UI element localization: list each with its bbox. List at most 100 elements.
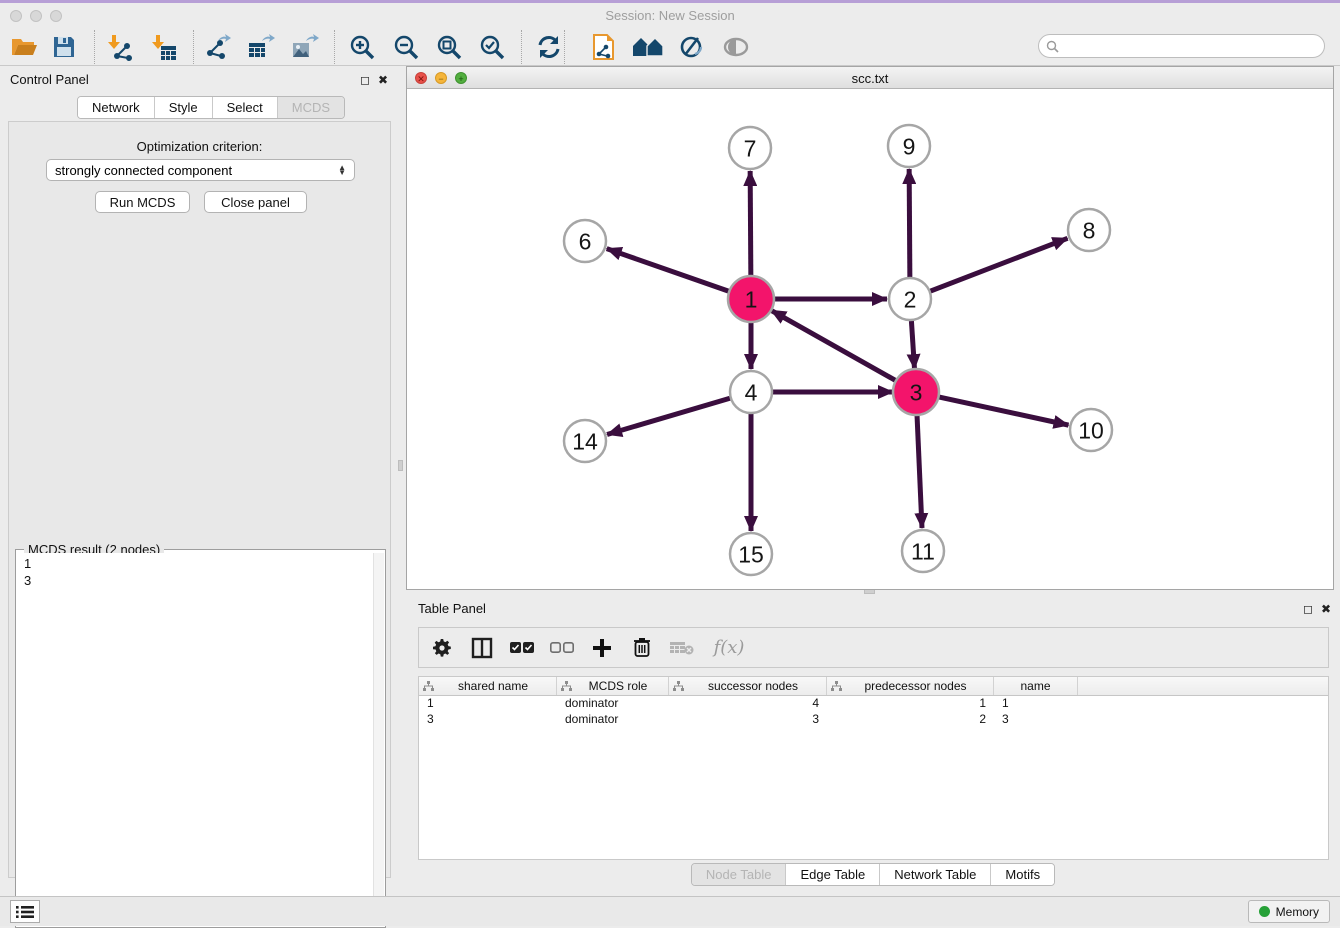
node-label-4: 4 [745, 379, 758, 405]
zoom-out-button[interactable] [388, 31, 424, 63]
sort-tree-icon [423, 681, 434, 692]
node-label-2: 2 [904, 286, 917, 312]
tab-motifs[interactable]: Motifs [991, 864, 1054, 885]
edge-3-1[interactable] [771, 310, 897, 381]
close-panel-button[interactable]: Close panel [204, 191, 307, 213]
toolbar-separator [94, 30, 95, 64]
edge-4-14[interactable] [607, 398, 730, 434]
run-mcds-button[interactable]: Run MCDS [95, 191, 190, 213]
edge-1-7[interactable] [750, 171, 751, 277]
criterion-select[interactable]: strongly connected component ▲▼ [46, 159, 355, 181]
zoom-selected-button[interactable] [474, 31, 510, 63]
table-cell[interactable]: 3 [994, 712, 1078, 728]
mcds-result-text[interactable]: 13 [17, 553, 373, 926]
column-label: predecessor nodes [842, 679, 989, 693]
mcds-result-scrollbar[interactable] [373, 553, 384, 926]
delete-column-button[interactable] [629, 635, 655, 661]
control-panel-tabs: NetworkStyleSelectMCDS [77, 96, 345, 119]
column-header-predecessor-nodes[interactable]: predecessor nodes [827, 677, 994, 695]
export-table-button[interactable] [243, 31, 279, 63]
table-cell[interactable]: 4 [669, 696, 827, 712]
refresh-view-button[interactable] [531, 31, 567, 63]
open-session-button[interactable] [6, 31, 42, 63]
select-all-button[interactable] [509, 635, 535, 661]
mcds-result-line: 3 [24, 572, 373, 589]
zoom-fit-button[interactable] [431, 31, 467, 63]
table-tabs: Node TableEdge TableNetwork TableMotifs [691, 863, 1055, 886]
close-panel-icon[interactable]: ✖ [378, 73, 388, 87]
tab-style[interactable]: Style [155, 97, 213, 118]
add-column-button[interactable] [589, 635, 615, 661]
table-row[interactable]: 3dominator323 [419, 712, 1328, 728]
table-cell[interactable]: 3 [419, 712, 557, 728]
float-table-panel-icon[interactable]: ◻ [1303, 602, 1313, 616]
select-all-icon [510, 642, 534, 654]
network-graph-canvas[interactable]: 7968124314101511 [407, 89, 1333, 589]
deselect-all-button[interactable] [549, 635, 575, 661]
delete-table-button [669, 635, 695, 661]
network-window: ✕ − + scc.txt 7968124314101511 [406, 66, 1334, 590]
memory-button[interactable]: Memory [1248, 900, 1330, 923]
edge-1-6[interactable] [607, 249, 731, 292]
table-cell[interactable]: dominator [557, 696, 669, 712]
export-image-button[interactable] [287, 31, 323, 63]
table-row[interactable]: 1dominator411 [419, 696, 1328, 712]
show-columns-button[interactable] [469, 635, 495, 661]
edge-2-9[interactable] [909, 169, 910, 277]
tab-mcds[interactable]: MCDS [278, 97, 344, 118]
table-cell[interactable]: 3 [669, 712, 827, 728]
criterion-value: strongly connected component [55, 163, 232, 178]
fx-icon: f(x) [714, 637, 745, 658]
zoom-in-button[interactable] [344, 31, 380, 63]
show-hide-button[interactable] [718, 31, 754, 63]
main-toolbar [0, 28, 1340, 66]
vertical-splitter-handle[interactable] [398, 460, 403, 471]
table-cell[interactable]: 1 [419, 696, 557, 712]
save-session-button[interactable] [46, 31, 82, 63]
clone-network-button[interactable] [586, 31, 622, 63]
column-header-name[interactable]: name [994, 677, 1078, 695]
task-history-button[interactable] [10, 900, 40, 923]
tab-select[interactable]: Select [213, 97, 278, 118]
tab-node-table[interactable]: Node Table [692, 864, 787, 885]
table-options-button[interactable] [429, 635, 455, 661]
float-panel-icon[interactable]: ◻ [360, 73, 370, 87]
table-panel-title: Table Panel [418, 601, 486, 616]
table-cell[interactable]: 1 [994, 696, 1078, 712]
plus-icon [592, 638, 612, 658]
edge-2-8[interactable] [931, 238, 1068, 291]
memory-label: Memory [1276, 905, 1319, 919]
search-input[interactable] [1063, 39, 1324, 53]
import-network-button[interactable] [102, 31, 138, 63]
hide-labels-button[interactable] [674, 31, 710, 63]
eye-icon [722, 36, 750, 58]
export-image-icon [291, 33, 319, 61]
tab-edge-table[interactable]: Edge Table [786, 864, 880, 885]
column-header-shared-name[interactable]: shared name [419, 677, 557, 695]
node-table[interactable]: shared nameMCDS rolesuccessor nodes prede… [418, 676, 1329, 860]
edge-2-3[interactable] [911, 321, 914, 369]
column-header-successor-nodes[interactable]: successor nodes [669, 677, 827, 695]
export-network-button[interactable] [200, 31, 236, 63]
toolbar-separator [521, 30, 522, 64]
search-box[interactable] [1038, 34, 1325, 58]
tab-network-table[interactable]: Network Table [880, 864, 991, 885]
memory-status-icon [1259, 906, 1270, 917]
table-cell[interactable]: 2 [827, 712, 994, 728]
network-window-titlebar[interactable]: ✕ − + scc.txt [407, 67, 1333, 89]
close-table-panel-icon[interactable]: ✖ [1321, 602, 1331, 616]
sort-tree-icon [831, 681, 842, 692]
node-label-7: 7 [744, 135, 757, 161]
first-neighbors-button[interactable] [630, 31, 666, 63]
table-cell[interactable]: dominator [557, 712, 669, 728]
edge-3-11[interactable] [917, 414, 922, 528]
tab-network[interactable]: Network [78, 97, 155, 118]
optimization-criterion-label: Optimization criterion: [9, 139, 390, 154]
column-header-MCDS-role[interactable]: MCDS role [557, 677, 669, 695]
deselect-all-icon [550, 642, 574, 654]
table-cell[interactable]: 1 [827, 696, 994, 712]
node-label-10: 10 [1078, 417, 1104, 443]
import-table-button[interactable] [146, 31, 182, 63]
edge-3-10[interactable] [937, 397, 1068, 425]
trash-icon [633, 637, 651, 658]
